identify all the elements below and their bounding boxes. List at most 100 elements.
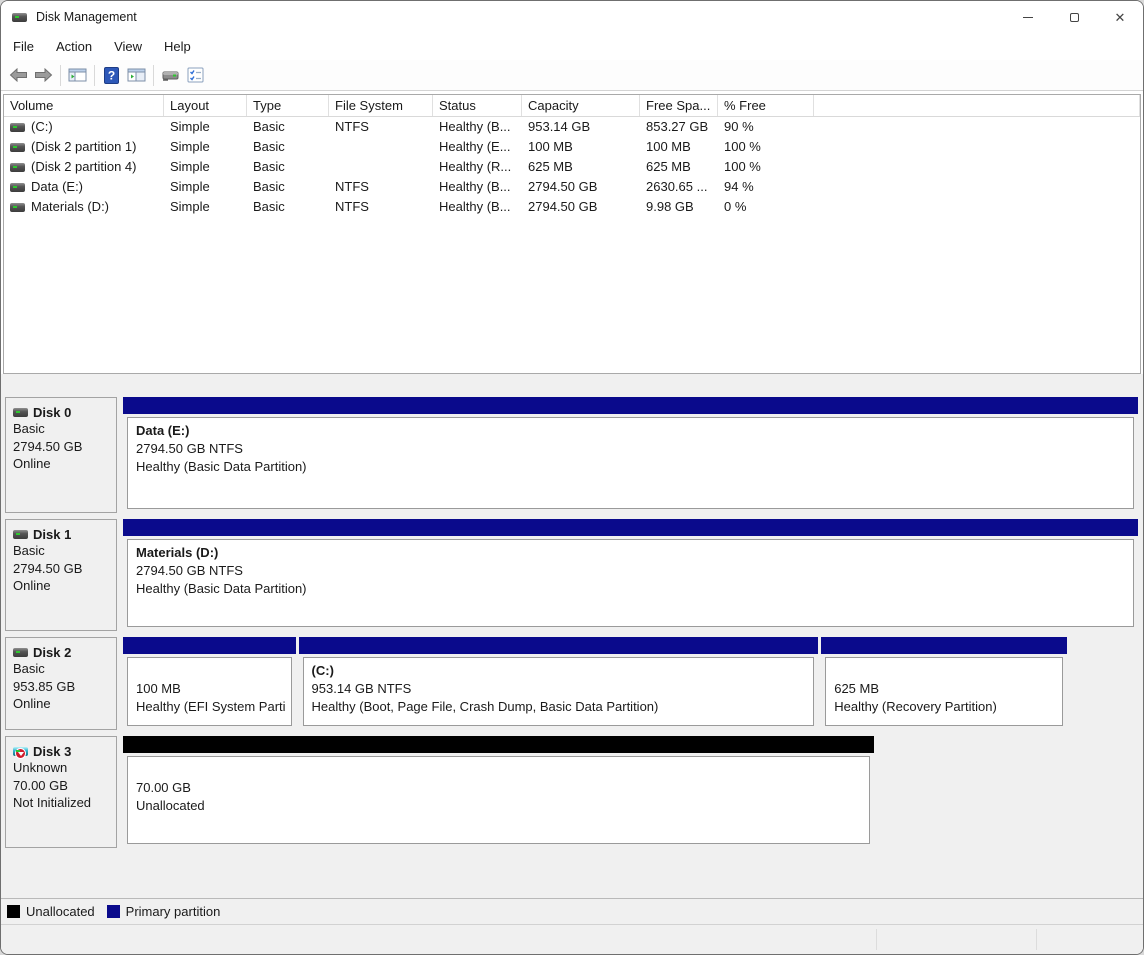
column-header-volume[interactable]: Volume: [4, 95, 164, 116]
menu-action[interactable]: Action: [45, 35, 103, 58]
volume-cell-pct: 100 %: [718, 137, 814, 157]
volume-list-pane: VolumeLayoutTypeFile SystemStatusCapacit…: [3, 94, 1141, 374]
minimize-icon: [1023, 17, 1033, 18]
help-icon[interactable]: ?: [99, 63, 124, 87]
legend-swatch: [7, 905, 20, 918]
volume-cell-pct: 0 %: [718, 197, 814, 217]
disk-status: Not Initialized: [13, 794, 114, 812]
volume-row[interactable]: (Disk 2 partition 1)SimpleBasicHealthy (…: [4, 137, 1140, 157]
partition-title: Materials (D:): [136, 544, 1133, 562]
maximize-button[interactable]: [1051, 1, 1097, 33]
volume-drive-icon: [10, 123, 25, 132]
partition-area: Data (E:)2794.50 GB NTFSHealthy (Basic D…: [123, 397, 1138, 513]
error-badge-icon: [15, 748, 26, 759]
disk-size: 2794.50 GB: [13, 438, 114, 456]
volume-cell-layout: Simple: [164, 197, 247, 217]
unallocated-bar: [123, 736, 874, 753]
volume-cell-volume: Materials (D:): [4, 197, 164, 217]
volume-table-body: (C:)SimpleBasicNTFSHealthy (B...953.14 G…: [4, 117, 1140, 217]
partition-size: 2794.50 GB NTFS: [136, 562, 1133, 580]
volume-cell-type: Basic: [247, 157, 329, 177]
rescan-disks-icon[interactable]: [158, 63, 183, 87]
graphical-view: Disk 0Basic2794.50 GBOnlineData (E:)2794…: [1, 374, 1143, 898]
partition-block[interactable]: 100 MBHealthy (EFI System Parti: [123, 637, 296, 730]
partition-title: [136, 662, 291, 680]
volume-cell-free: 9.98 GB: [640, 197, 718, 217]
disk-label[interactable]: Disk 1Basic2794.50 GBOnline: [5, 519, 117, 631]
disk-type: Basic: [13, 660, 114, 678]
partition-area: 70.00 GBUnallocated: [123, 736, 1138, 848]
volume-cell-type: Basic: [247, 117, 329, 137]
legend-swatch: [107, 905, 120, 918]
column-header-fs[interactable]: File System: [329, 95, 433, 116]
volume-name: Materials (D:): [31, 197, 109, 217]
volume-row[interactable]: (C:)SimpleBasicNTFSHealthy (B...953.14 G…: [4, 117, 1140, 137]
forward-arrow-icon[interactable]: [31, 63, 56, 87]
partition-title: [136, 761, 869, 779]
statusbar-separator: [1036, 929, 1037, 950]
volume-cell-capacity: 953.14 GB: [522, 117, 640, 137]
partition-size: 953.14 GB NTFS: [312, 680, 814, 698]
disk-icon: [13, 648, 28, 657]
disk-name-label: Disk 2: [33, 645, 71, 660]
volume-drive-icon: [10, 203, 25, 212]
disk-name: Disk 3: [13, 744, 114, 759]
disk-label[interactable]: Disk 2Basic953.85 GBOnline: [5, 637, 117, 730]
disk-name: Disk 1: [13, 527, 114, 542]
disk-type: Basic: [13, 542, 114, 560]
column-header-pct[interactable]: % Free: [718, 95, 814, 116]
volume-drive-icon: [10, 143, 25, 152]
column-header-capacity[interactable]: Capacity: [522, 95, 640, 116]
properties-checklist-icon[interactable]: [183, 63, 208, 87]
volume-drive-icon: [10, 163, 25, 172]
column-header-layout[interactable]: Layout: [164, 95, 247, 116]
column-header-type[interactable]: Type: [247, 95, 329, 116]
close-button[interactable]: ✕: [1097, 1, 1143, 33]
toolbar-separator: [153, 65, 154, 86]
volume-row[interactable]: Materials (D:)SimpleBasicNTFSHealthy (B.…: [4, 197, 1140, 217]
volume-cell-status: Healthy (B...: [433, 117, 522, 137]
statusbar-separator: [876, 929, 877, 950]
column-header-status[interactable]: Status: [433, 95, 522, 116]
disk-name: Disk 2: [13, 645, 114, 660]
volume-cell-status: Healthy (B...: [433, 177, 522, 197]
partition-status: Healthy (Basic Data Partition): [136, 458, 1133, 476]
volume-cell-free: 2630.65 ...: [640, 177, 718, 197]
show-console-tree-icon[interactable]: [65, 63, 90, 87]
volume-table-header: VolumeLayoutTypeFile SystemStatusCapacit…: [4, 95, 1140, 117]
primary-partition-bar: [123, 397, 1138, 414]
column-header-free[interactable]: Free Spa...: [640, 95, 718, 116]
partition-status: Healthy (Basic Data Partition): [136, 580, 1133, 598]
volume-drive-icon: [10, 183, 25, 192]
partition-block[interactable]: (C:)953.14 GB NTFSHealthy (Boot, Page Fi…: [299, 637, 819, 730]
volume-cell-fs: NTFS: [329, 117, 433, 137]
volume-cell-capacity: 100 MB: [522, 137, 640, 157]
show-action-pane-icon[interactable]: [124, 63, 149, 87]
partition-title: (C:): [312, 662, 814, 680]
disk-label[interactable]: Disk 3Unknown70.00 GBNot Initialized: [5, 736, 117, 848]
partition-status: Unallocated: [136, 797, 869, 815]
menu-view[interactable]: View: [103, 35, 153, 58]
partition-block[interactable]: 625 MBHealthy (Recovery Partition): [821, 637, 1067, 730]
title-bar: Disk Management ✕: [1, 1, 1143, 33]
partition-block[interactable]: Materials (D:)2794.50 GB NTFSHealthy (Ba…: [123, 519, 1138, 631]
disk-error-icon: [13, 747, 28, 756]
volume-cell-status: Healthy (E...: [433, 137, 522, 157]
disk-status: Online: [13, 577, 114, 595]
back-arrow-icon[interactable]: [6, 63, 31, 87]
primary-partition-bar: [299, 637, 819, 654]
volume-row[interactable]: Data (E:)SimpleBasicNTFSHealthy (B...279…: [4, 177, 1140, 197]
disk-label[interactable]: Disk 0Basic2794.50 GBOnline: [5, 397, 117, 513]
menu-file[interactable]: File: [2, 35, 45, 58]
primary-partition-bar: [123, 519, 1138, 536]
disk-name-label: Disk 1: [33, 527, 71, 542]
partition-block[interactable]: Data (E:)2794.50 GB NTFSHealthy (Basic D…: [123, 397, 1138, 513]
volume-cell-pct: 94 %: [718, 177, 814, 197]
partition-block[interactable]: 70.00 GBUnallocated: [123, 736, 874, 848]
minimize-button[interactable]: [1005, 1, 1051, 33]
volume-cell-free: 625 MB: [640, 157, 718, 177]
toolbar-separator: [94, 65, 95, 86]
menu-help[interactable]: Help: [153, 35, 202, 58]
volume-row[interactable]: (Disk 2 partition 4)SimpleBasicHealthy (…: [4, 157, 1140, 177]
volume-cell-fs: NTFS: [329, 197, 433, 217]
